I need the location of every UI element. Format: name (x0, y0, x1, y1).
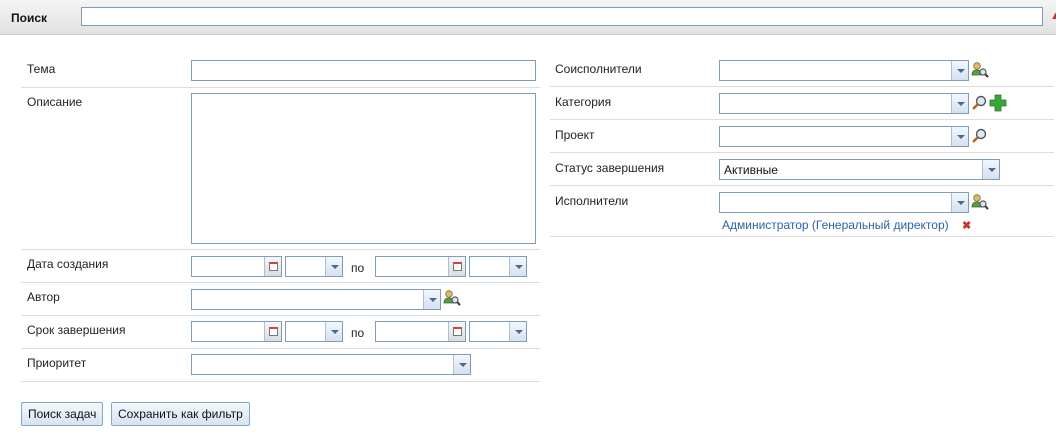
description-textarea[interactable] (191, 93, 536, 244)
magnifier-icon[interactable] (971, 94, 989, 112)
user-search-icon[interactable] (971, 61, 989, 79)
clear-icon[interactable]: ▲ (1050, 10, 1056, 24)
deadline-to-time[interactable] (469, 321, 527, 342)
chevron-down-icon[interactable] (951, 94, 968, 113)
status-label: Статус завершения (555, 161, 665, 175)
calendar-icon[interactable] (448, 322, 465, 341)
calendar-icon[interactable] (264, 322, 281, 341)
status-combo[interactable]: Активные (719, 159, 1000, 180)
search-tasks-button[interactable]: Поиск задач (21, 402, 104, 426)
created-from-time[interactable] (285, 256, 343, 277)
topic-input[interactable] (191, 60, 536, 81)
remove-executor-icon[interactable]: ✖ (962, 219, 971, 232)
calendar-icon[interactable] (264, 257, 281, 276)
search-header: Поиск ▲ (0, 0, 1056, 35)
chevron-down-icon[interactable] (982, 160, 999, 179)
executors-label: Исполнители (555, 194, 629, 208)
chevron-down-icon[interactable] (325, 322, 342, 341)
description-label: Описание (27, 95, 83, 109)
created-from-date[interactable] (191, 256, 282, 277)
user-search-icon[interactable] (443, 289, 461, 307)
project-label: Проект (555, 128, 595, 142)
executor-link[interactable]: Администратор (Генеральный директор) (722, 218, 949, 232)
priority-combo[interactable] (191, 354, 471, 375)
deadline-from-date[interactable] (191, 321, 282, 342)
deadline-to-label: по (351, 326, 365, 340)
category-label: Категория (555, 95, 612, 109)
calendar-icon[interactable] (448, 257, 465, 276)
priority-label: Приоритет (27, 356, 87, 370)
topic-label: Тема (27, 62, 56, 76)
created-label: Дата создания (27, 257, 109, 271)
deadline-label: Срок завершения (27, 323, 126, 337)
deadline-to-date[interactable] (375, 321, 466, 342)
created-to-label: по (351, 261, 365, 275)
author-combo[interactable] (191, 289, 441, 310)
status-value: Активные (724, 163, 778, 177)
add-icon[interactable] (989, 94, 1007, 112)
chevron-down-icon[interactable] (951, 127, 968, 146)
author-label: Автор (27, 290, 60, 304)
project-combo[interactable] (719, 126, 969, 147)
executors-combo[interactable] (719, 192, 969, 213)
chevron-down-icon[interactable] (509, 322, 526, 341)
category-combo[interactable] (719, 93, 969, 114)
save-filter-button[interactable]: Сохранить как фильтр (111, 402, 250, 426)
coexecutors-label: Соисполнители (555, 62, 642, 76)
created-to-time[interactable] (469, 256, 527, 277)
user-search-icon[interactable] (971, 193, 989, 211)
chevron-down-icon[interactable] (325, 257, 342, 276)
chevron-down-icon[interactable] (423, 290, 440, 309)
quick-search-input[interactable] (81, 7, 1043, 26)
chevron-down-icon[interactable] (453, 355, 470, 374)
magnifier-icon[interactable] (971, 127, 989, 145)
chevron-down-icon[interactable] (951, 193, 968, 212)
created-to-date[interactable] (375, 256, 466, 277)
deadline-from-time[interactable] (285, 321, 343, 342)
chevron-down-icon[interactable] (951, 61, 968, 80)
chevron-down-icon[interactable] (509, 257, 526, 276)
coexecutors-combo[interactable] (719, 60, 969, 81)
header-title: Поиск (11, 11, 48, 25)
